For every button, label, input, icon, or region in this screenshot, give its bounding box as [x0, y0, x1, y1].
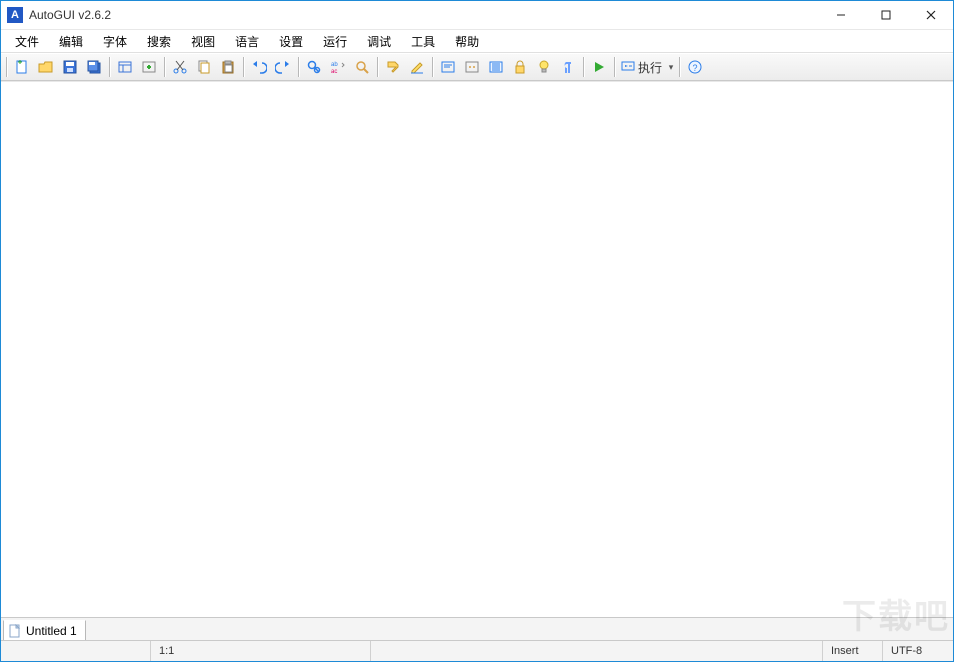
menu-help[interactable]: 帮助 — [445, 31, 489, 52]
menu-run[interactable]: 运行 — [313, 31, 357, 52]
run-dropdown-icon[interactable]: ▾ — [666, 56, 676, 78]
document-tab-label: Untitled 1 — [26, 624, 77, 638]
menu-tools[interactable]: 工具 — [401, 31, 445, 52]
text-editor[interactable] — [1, 81, 953, 617]
minimize-button[interactable] — [818, 1, 863, 29]
indent-guides-button[interactable] — [484, 55, 508, 79]
menu-language[interactable]: 语言 — [225, 31, 269, 52]
save-all-button[interactable] — [82, 55, 106, 79]
whitespace-button[interactable] — [460, 55, 484, 79]
menu-view[interactable]: 视图 — [181, 31, 225, 52]
lock-button[interactable] — [508, 55, 532, 79]
menu-font[interactable]: 字体 — [93, 31, 137, 52]
menu-settings[interactable]: 设置 — [269, 31, 313, 52]
bookmark-button[interactable] — [381, 55, 405, 79]
new-window-button[interactable] — [137, 55, 161, 79]
search-button[interactable] — [350, 55, 374, 79]
redo-button[interactable] — [271, 55, 295, 79]
document-tab[interactable]: Untitled 1 — [3, 620, 86, 640]
status-encoding[interactable]: UTF-8 — [883, 641, 953, 661]
cut-button[interactable] — [168, 55, 192, 79]
close-button[interactable] — [908, 1, 953, 29]
status-insert-mode[interactable]: Insert — [823, 641, 883, 661]
menu-file[interactable]: 文件 — [5, 31, 49, 52]
toggle-panel-button[interactable] — [113, 55, 137, 79]
app-icon: A — [7, 7, 23, 23]
svg-text:ab: ab — [331, 62, 338, 68]
editor-area: Untitled 1 — [1, 81, 953, 640]
status-cell-empty — [1, 641, 151, 661]
toolbar: abac — [1, 53, 953, 81]
new-file-button[interactable] — [10, 55, 34, 79]
menu-search[interactable]: 搜索 — [137, 31, 181, 52]
paste-button[interactable] — [216, 55, 240, 79]
status-cell-spacer — [371, 641, 823, 661]
wrap-button[interactable] — [436, 55, 460, 79]
menu-bar: 文件 编辑 字体 搜索 视图 语言 设置 运行 调试 工具 帮助 — [1, 30, 953, 53]
run-execute-label: 执行 — [636, 59, 666, 76]
replace-button[interactable]: abac — [326, 55, 350, 79]
document-icon — [8, 624, 22, 638]
svg-text:?: ? — [693, 63, 698, 73]
save-button[interactable] — [58, 55, 82, 79]
run-play-button[interactable] — [587, 55, 611, 79]
window-controls — [818, 1, 953, 29]
copy-button[interactable] — [192, 55, 216, 79]
app-window: A AutoGUI v2.6.2 文件 编辑 字体 搜索 视图 语言 设置 运行… — [0, 0, 954, 662]
run-execute-split-button[interactable]: 执行 ▾ — [620, 56, 676, 78]
highlight-button[interactable] — [405, 55, 429, 79]
open-file-button[interactable] — [34, 55, 58, 79]
undo-button[interactable] — [247, 55, 271, 79]
lightbulb-button[interactable] — [532, 55, 556, 79]
pilcrow-button[interactable] — [556, 55, 580, 79]
status-cursor-position: 1:1 — [151, 641, 371, 661]
window-title: AutoGUI v2.6.2 — [29, 8, 111, 22]
find-button[interactable] — [302, 55, 326, 79]
menu-edit[interactable]: 编辑 — [49, 31, 93, 52]
help-button[interactable]: ? — [683, 55, 707, 79]
status-bar: 1:1 Insert UTF-8 — [1, 640, 953, 661]
maximize-button[interactable] — [863, 1, 908, 29]
svg-text:ac: ac — [331, 69, 337, 75]
document-tab-bar: Untitled 1 — [1, 617, 953, 640]
title-bar: A AutoGUI v2.6.2 — [1, 1, 953, 30]
menu-debug[interactable]: 调试 — [357, 31, 401, 52]
execute-icon — [620, 58, 636, 77]
